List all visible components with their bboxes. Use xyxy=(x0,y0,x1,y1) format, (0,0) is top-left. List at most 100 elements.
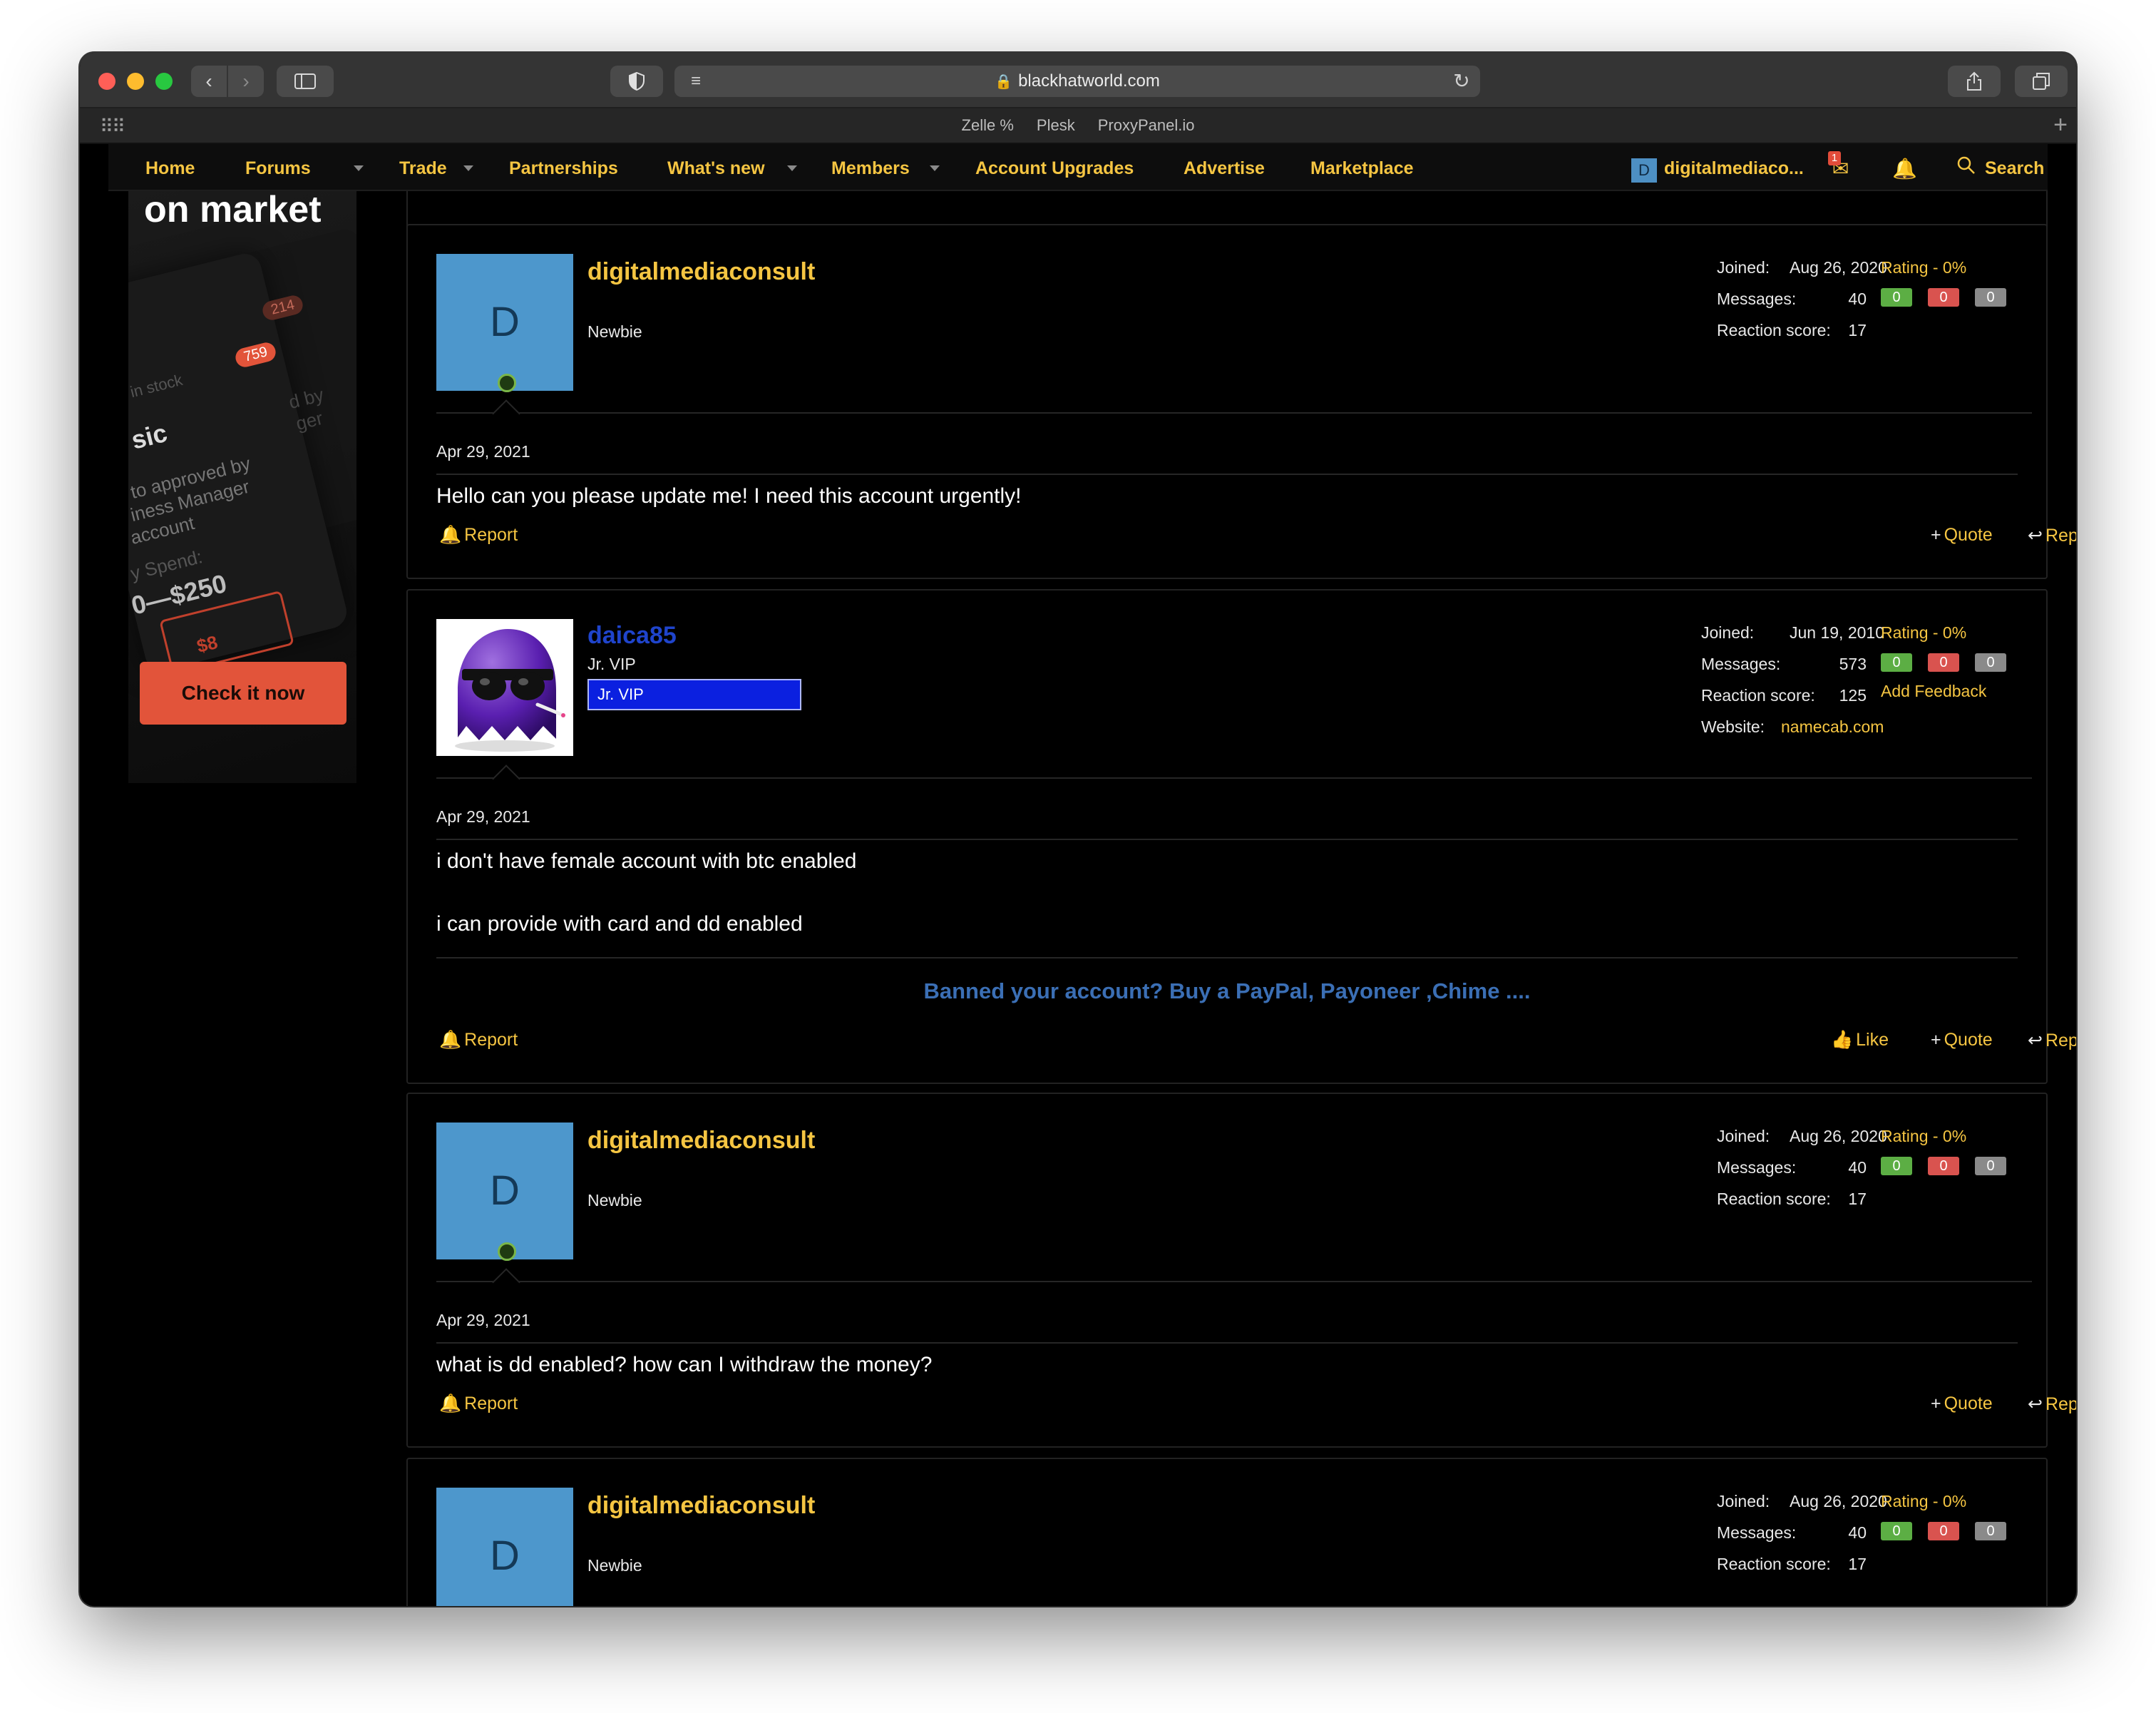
ghost-avatar-icon xyxy=(455,629,565,752)
user-avatar[interactable]: D xyxy=(436,254,573,391)
user-avatar[interactable]: D xyxy=(436,1123,573,1259)
sidebar-toggle-button[interactable] xyxy=(277,66,334,97)
rating-negative[interactable]: 0 xyxy=(1928,1157,1959,1175)
rating-label[interactable]: Rating - 0% xyxy=(1881,623,1966,643)
plus-icon: + xyxy=(1931,1394,1941,1413)
bell-icon[interactable]: 🔔 xyxy=(1892,157,1917,180)
post-username[interactable]: digitalmediaconsult xyxy=(587,1124,816,1157)
rating-neutral[interactable]: 0 xyxy=(1975,288,2006,307)
nav-trade[interactable]: Trade xyxy=(399,158,447,179)
website-link[interactable]: namecab.com xyxy=(1781,717,1884,737)
new-tab-icon[interactable]: + xyxy=(2053,111,2068,139)
rating-neutral[interactable]: 0 xyxy=(1975,1522,2006,1540)
favorite-plesk[interactable]: Plesk xyxy=(1037,116,1075,135)
post-body-line: i can provide with card and dd enabled xyxy=(436,912,803,936)
post-date[interactable]: Apr 29, 2021 xyxy=(436,442,530,461)
search-icon[interactable] xyxy=(1956,155,1976,175)
nav-marketplace[interactable]: Marketplace xyxy=(1310,158,1414,179)
close-window-button[interactable] xyxy=(98,73,115,90)
rating-neutral[interactable]: 0 xyxy=(1975,653,2006,672)
user-title: Jr. VIP xyxy=(587,655,636,673)
messages-value: 40 xyxy=(1848,290,1867,308)
plus-icon: + xyxy=(1931,1030,1941,1050)
rating-positive[interactable]: 0 xyxy=(1881,288,1912,307)
messages-value: 40 xyxy=(1848,1158,1867,1177)
rating-positive[interactable]: 0 xyxy=(1881,653,1912,672)
nav-forums[interactable]: Forums xyxy=(245,158,311,179)
whats-new-caret-icon[interactable] xyxy=(787,165,797,171)
reply-button[interactable]: ↩Reply xyxy=(2028,1030,2076,1051)
rating-label[interactable]: Rating - 0% xyxy=(1881,258,1966,277)
ad-title: on market xyxy=(144,191,322,230)
address-bar[interactable]: ≡ 🔒 blackhatworld.com ↻ xyxy=(674,66,1480,97)
favorite-proxypanel[interactable]: ProxyPanel.io xyxy=(1098,116,1195,135)
rating-label[interactable]: Rating - 0% xyxy=(1881,1127,1966,1146)
bell-icon: 🔔 xyxy=(439,1394,462,1413)
favorite-zelle[interactable]: Zelle % xyxy=(962,116,1014,135)
report-button[interactable]: 🔔 Report xyxy=(439,525,518,546)
bell-icon: 🔔 xyxy=(439,1030,462,1050)
reply-button[interactable]: ↩Reply xyxy=(2028,1394,2076,1415)
divider xyxy=(436,1281,2032,1282)
privacy-report-button[interactable] xyxy=(610,66,663,97)
nav-partnerships[interactable]: Partnerships xyxy=(509,158,618,179)
rating-label[interactable]: Rating - 0% xyxy=(1881,1492,1966,1511)
nav-username[interactable]: digitalmediaco... xyxy=(1664,158,1804,179)
add-feedback-link[interactable]: Add Feedback xyxy=(1881,682,1986,701)
messages-label: Messages: xyxy=(1717,1523,1797,1542)
post-4: D digitalmediaconsult Newbie Joined: Aug… xyxy=(406,1458,2048,1606)
quote-button[interactable]: + Quote xyxy=(1931,525,1993,546)
back-button[interactable]: ‹ xyxy=(191,66,227,97)
report-button[interactable]: 🔔 Report xyxy=(439,1030,518,1050)
forward-button[interactable]: › xyxy=(228,66,264,97)
online-status-icon xyxy=(498,1242,516,1261)
chevron-right-icon: › xyxy=(242,70,250,92)
post-body: Hello can you please update me! I need t… xyxy=(436,484,1022,508)
quote-button[interactable]: + Quote xyxy=(1931,1030,1993,1050)
rating-negative[interactable]: 0 xyxy=(1928,1522,1959,1540)
like-button[interactable]: 👍 Like xyxy=(1831,1030,1889,1050)
user-avatar[interactable]: D xyxy=(436,1488,573,1606)
share-button[interactable] xyxy=(1948,66,2001,97)
rating-negative[interactable]: 0 xyxy=(1928,653,1959,672)
report-button[interactable]: 🔔 Report xyxy=(439,1394,518,1414)
browser-window: ‹ › ≡ 🔒 blackhatworld.com ↻ ⠿⠿ Zelle % P… xyxy=(80,53,2076,1606)
maximize-window-button[interactable] xyxy=(155,73,173,90)
nav-whats-new[interactable]: What's new xyxy=(667,158,765,179)
nav-members[interactable]: Members xyxy=(831,158,910,179)
reader-icon[interactable]: ≡ xyxy=(683,71,709,91)
nav-account-upgrades[interactable]: Account Upgrades xyxy=(975,158,1134,179)
sidebar-advertisement[interactable]: in stock 759 214 sic to approved by ines… xyxy=(128,191,356,783)
reload-icon[interactable]: ↻ xyxy=(1450,70,1473,93)
post-username[interactable]: daica85 xyxy=(587,619,816,652)
nav-user-avatar[interactable]: D xyxy=(1631,158,1657,183)
ad-check-it-now-button[interactable]: Check it now xyxy=(140,662,346,725)
user-avatar[interactable] xyxy=(436,619,573,756)
trade-caret-icon[interactable] xyxy=(463,165,473,171)
joined-value: Aug 26, 2020 xyxy=(1790,258,1887,277)
joined-value: Jun 19, 2010 xyxy=(1790,623,1885,642)
forums-caret-icon[interactable] xyxy=(354,165,364,171)
quote-button[interactable]: + Quote xyxy=(1931,1394,1993,1414)
user-title: Newbie xyxy=(587,1556,642,1575)
post-username[interactable]: digitalmediaconsult xyxy=(587,1489,816,1522)
tab-overview-button[interactable] xyxy=(2015,66,2068,97)
members-caret-icon[interactable] xyxy=(930,165,940,171)
rating-negative[interactable]: 0 xyxy=(1928,288,1959,307)
nav-advertise[interactable]: Advertise xyxy=(1184,158,1265,179)
messages-label: Messages: xyxy=(1717,290,1797,308)
post-date[interactable]: Apr 29, 2021 xyxy=(436,807,530,827)
reply-button[interactable]: ↩Reply xyxy=(2028,525,2076,546)
rating-neutral[interactable]: 0 xyxy=(1975,1157,2006,1175)
rating-positive[interactable]: 0 xyxy=(1881,1522,1912,1540)
rating-positive[interactable]: 0 xyxy=(1881,1157,1912,1175)
signature-link[interactable]: Banned your account? Buy a PayPal, Payon… xyxy=(408,978,2046,1004)
user-title: Newbie xyxy=(587,1191,642,1210)
nav-search[interactable]: Search xyxy=(1985,158,2044,179)
favorites-bar: ⠿⠿ Zelle % Plesk ProxyPanel.io + xyxy=(80,108,2076,144)
post-date[interactable]: Apr 29, 2021 xyxy=(436,1311,530,1330)
minimize-window-button[interactable] xyxy=(127,73,144,90)
post-username[interactable]: digitalmediaconsult xyxy=(587,255,816,288)
nav-home[interactable]: Home xyxy=(145,158,195,179)
inbox-icon[interactable]: ✉ 1 xyxy=(1828,151,1849,180)
